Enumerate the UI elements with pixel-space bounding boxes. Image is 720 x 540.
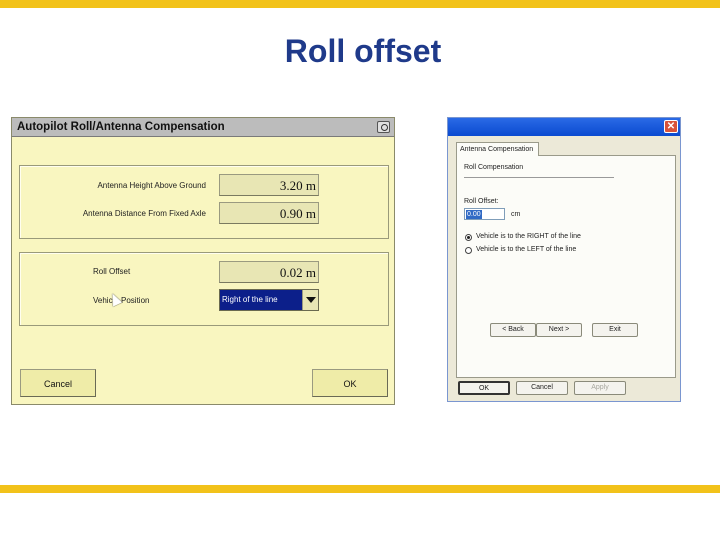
top-accent-bar <box>0 0 720 8</box>
roll-offset-label: Roll Offset <box>93 267 131 276</box>
back-button[interactable]: < Back <box>490 323 536 337</box>
antenna-height-label: Antenna Height Above Ground <box>97 181 206 190</box>
autopilot-compensation-dialog: Autopilot Roll/Antenna Compensation Ante… <box>11 117 395 405</box>
dialog-title-bar: ✕ <box>448 118 680 136</box>
roll-offset-value[interactable]: 0.02 m <box>219 261 319 283</box>
radio-right-label[interactable]: Vehicle is to the RIGHT of the line <box>476 233 581 240</box>
tab-antenna-compensation[interactable]: Antenna Compensation <box>456 142 539 156</box>
chevron-down-icon[interactable] <box>302 290 318 310</box>
exit-button[interactable]: Exit <box>592 323 638 337</box>
radio-left[interactable] <box>465 247 472 254</box>
antenna-compensation-dialog: ✕ Antenna Compensation Roll Compensation… <box>447 117 681 402</box>
camera-icon[interactable] <box>377 121 390 133</box>
slide-title: Roll offset <box>284 33 442 69</box>
cancel-button[interactable]: Cancel <box>516 381 568 395</box>
vehicle-position-select[interactable]: Right of the line <box>219 289 319 311</box>
antenna-distance-label: Antenna Distance From Fixed Axle <box>82 209 206 218</box>
ok-button[interactable]: OK <box>458 381 510 395</box>
unit-label: cm <box>511 211 521 218</box>
antenna-distance-value[interactable]: 0.90 m <box>219 202 319 224</box>
roll-offset-input[interactable]: 0.00 <box>464 208 505 220</box>
roll-offset-input-value: 0.00 <box>466 210 482 219</box>
radio-left-label[interactable]: Vehicle is to the LEFT of the line <box>476 246 576 253</box>
next-button[interactable]: Next > <box>536 323 582 337</box>
antenna-height-value[interactable]: 3.20 m <box>219 174 319 196</box>
vehicle-position-selected: Right of the line <box>220 290 303 310</box>
cancel-button[interactable]: Cancel <box>20 369 96 397</box>
bottom-accent-bar <box>0 485 720 493</box>
dialog-title-bar: Autopilot Roll/Antenna Compensation <box>12 118 394 137</box>
section-divider <box>464 177 614 178</box>
ok-button[interactable]: OK <box>312 369 388 397</box>
section-title: Roll Compensation <box>464 164 524 171</box>
roll-group: Roll Offset 0.02 m Vehicle Position Righ… <box>19 252 389 326</box>
radio-right[interactable] <box>465 234 472 241</box>
close-icon[interactable]: ✕ <box>664 120 678 133</box>
tab-panel: Roll Compensation Roll Offset: 0.00 cm V… <box>456 155 676 378</box>
roll-offset-label: Roll Offset: <box>464 198 499 205</box>
apply-button[interactable]: Apply <box>574 381 626 395</box>
antenna-group: Antenna Height Above Ground 3.20 m Anten… <box>19 165 389 239</box>
dialog-title: Autopilot Roll/Antenna Compensation <box>17 121 225 133</box>
